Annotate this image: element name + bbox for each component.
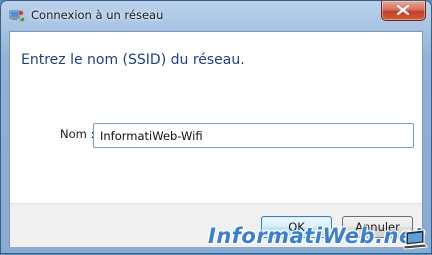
dialog-window: Connexion à un réseau Entrez le nom (SSI… <box>0 0 432 254</box>
laptop-icon <box>402 229 428 255</box>
dialog-content: Entrez le nom (SSID) du réseau. Nom : OK… <box>9 31 423 247</box>
title-bar[interactable]: Connexion à un réseau <box>1 1 431 31</box>
watermark-text: InformatiWeb.net <box>208 224 425 248</box>
close-icon <box>397 5 409 15</box>
network-connection-icon <box>9 8 25 24</box>
close-button[interactable] <box>381 1 426 21</box>
ssid-input[interactable] <box>93 123 414 148</box>
ssid-label: Nom : <box>60 127 95 141</box>
dialog-heading: Entrez le nom (SSID) du réseau. <box>21 52 245 68</box>
window-title: Connexion à un réseau <box>31 8 164 22</box>
